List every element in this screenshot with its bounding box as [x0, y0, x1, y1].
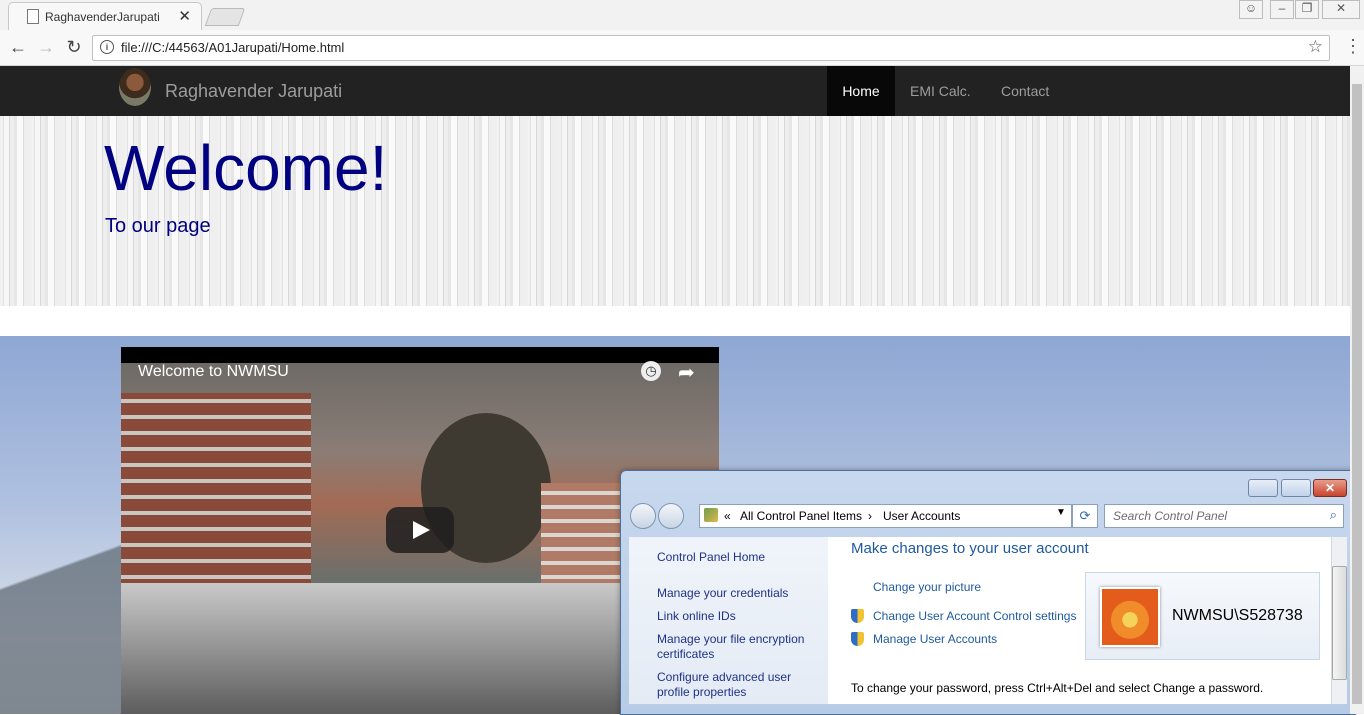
- search-placeholder: Search Control Panel: [1113, 509, 1228, 523]
- link-change-picture[interactable]: Change your picture: [873, 580, 981, 594]
- breadcrumb-chevron[interactable]: «: [724, 509, 731, 523]
- page-scrollbar-thumb[interactable]: [1352, 84, 1362, 704]
- close-window-icon[interactable]: ✕: [1322, 0, 1360, 19]
- user-picture[interactable]: [1100, 587, 1160, 647]
- close-icon[interactable]: ✕: [178, 7, 191, 25]
- url-text[interactable]: file:///C:/44563/A01Jarupati/Home.html: [121, 40, 344, 55]
- watch-later-icon[interactable]: ◷: [641, 361, 661, 381]
- dropdown-icon[interactable]: ▼: [1056, 507, 1066, 518]
- hero-subtitle: To our page: [105, 215, 211, 237]
- user-name: NWMSU\S528738: [1172, 607, 1303, 624]
- tab-title: RaghavenderJarupati: [45, 10, 160, 24]
- cp-refresh-icon[interactable]: ⟳: [1072, 504, 1098, 528]
- new-tab-button[interactable]: [204, 8, 246, 26]
- breadcrumb-all-items[interactable]: All Control Panel Items: [740, 509, 862, 523]
- search-icon[interactable]: ⌕: [1330, 507, 1337, 523]
- nav-home[interactable]: Home: [827, 66, 895, 116]
- link-uac-settings[interactable]: Change User Account Control settings: [873, 609, 1076, 623]
- share-icon[interactable]: ➦: [678, 360, 695, 385]
- account-icon[interactable]: ☺: [1239, 0, 1263, 19]
- document-icon: [27, 9, 39, 24]
- control-panel-icon: [704, 508, 718, 522]
- cp-close-button[interactable]: ✕: [1313, 479, 1347, 497]
- link-advanced-profile[interactable]: Configure advanced user profile properti…: [657, 670, 807, 700]
- play-button[interactable]: [386, 507, 454, 553]
- mountain-image: [0, 470, 140, 714]
- cp-forward-button[interactable]: [658, 503, 684, 529]
- restore-icon[interactable]: ❐: [1295, 0, 1319, 19]
- shield-icon: [851, 632, 864, 646]
- cp-scrollbar-thumb[interactable]: [1332, 566, 1347, 680]
- link-online-ids[interactable]: Link online IDs: [657, 609, 736, 624]
- reload-icon[interactable]: ↻: [64, 37, 84, 58]
- nav-emi-calc[interactable]: EMI Calc.: [910, 66, 971, 116]
- address-bar[interactable]: i file:///C:/44563/A01Jarupati/Home.html…: [92, 35, 1330, 61]
- breadcrumb-user-accounts[interactable]: User Accounts: [883, 509, 960, 523]
- link-manage-credentials[interactable]: Manage your credentials: [657, 586, 788, 601]
- browser-tab[interactable]: RaghavenderJarupati ✕: [8, 2, 202, 31]
- cp-heading: Make changes to your user account: [851, 540, 1089, 557]
- star-icon[interactable]: ☆: [1308, 37, 1323, 57]
- site-brand[interactable]: Raghavender Jarupati: [165, 81, 342, 102]
- video-title[interactable]: Welcome to NWMSU: [138, 363, 289, 381]
- link-manage-accounts[interactable]: Manage User Accounts: [873, 632, 997, 646]
- avatar: [119, 68, 151, 106]
- cp-back-button[interactable]: [630, 503, 656, 529]
- cp-maximize-button[interactable]: [1281, 479, 1311, 497]
- info-icon[interactable]: i: [100, 40, 114, 54]
- link-control-panel-home[interactable]: Control Panel Home: [657, 550, 765, 565]
- forward-icon[interactable]: →: [36, 37, 56, 58]
- cp-minimize-button[interactable]: [1248, 479, 1278, 497]
- cp-search-input[interactable]: Search Control Panel ⌕: [1104, 504, 1344, 528]
- link-file-encryption[interactable]: Manage your file encryption certificates: [657, 632, 817, 662]
- minimize-icon[interactable]: –: [1270, 0, 1294, 19]
- breadcrumb-separator[interactable]: ›: [868, 509, 872, 523]
- hero-title: Welcome!: [104, 132, 388, 204]
- nav-contact[interactable]: Contact: [1001, 66, 1049, 116]
- shield-icon: [851, 609, 864, 623]
- menu-icon[interactable]: ⋮: [1344, 36, 1362, 57]
- password-note: To change your password, press Ctrl+Alt+…: [851, 681, 1264, 695]
- back-icon[interactable]: ←: [8, 37, 28, 58]
- cp-address-bar[interactable]: « All Control Panel Items › User Account…: [699, 504, 1072, 528]
